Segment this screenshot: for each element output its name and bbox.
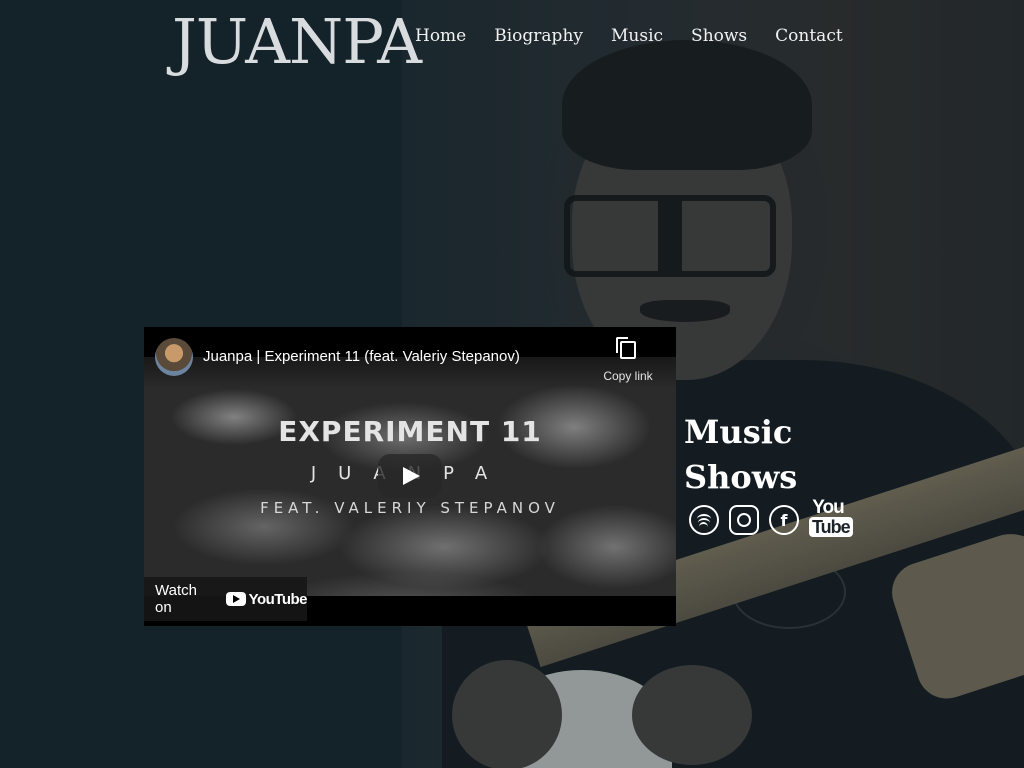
instagram-icon[interactable] xyxy=(729,505,759,535)
copy-link-button[interactable]: Copy link xyxy=(600,337,656,383)
copy-link-label: Copy link xyxy=(603,369,653,383)
site-logo[interactable]: JUANPA xyxy=(172,6,422,78)
thumbnail-headline: EXPERIMENT 11 xyxy=(278,415,542,448)
youtube-tube: Tube xyxy=(809,517,853,537)
nav-home[interactable]: Home xyxy=(408,24,473,48)
youtube-embed[interactable]: Juanpa | Experiment 11 (feat. Valeriy St… xyxy=(144,327,676,626)
instagram-lens xyxy=(737,513,751,527)
spotify-icon[interactable] xyxy=(689,505,719,535)
thumbnail-feature: FEAT. VALERIY STEPANOV xyxy=(260,499,560,517)
youtube-wordmark: YouTube xyxy=(248,590,308,608)
watch-on-youtube-button[interactable]: Watch on YouTube xyxy=(144,577,308,621)
side-link-music[interactable]: Music xyxy=(684,408,799,452)
side-link-shows-label: Shows xyxy=(684,458,798,496)
spotify-waves xyxy=(697,514,711,526)
youtube-logo: YouTube xyxy=(225,590,308,608)
youtube-play-icon xyxy=(225,592,246,606)
video-title[interactable]: Juanpa | Experiment 11 (feat. Valeriy St… xyxy=(203,348,520,365)
side-link-music-label: Music xyxy=(684,413,793,451)
youtube-icon[interactable]: You Tube xyxy=(809,497,853,542)
social-links: f You Tube xyxy=(689,497,853,542)
side-link-shows[interactable]: Shows xyxy=(684,453,799,497)
nav-shows[interactable]: Shows xyxy=(684,24,754,48)
play-button[interactable] xyxy=(378,454,442,498)
copy-icon xyxy=(616,337,636,359)
youtube-you: You xyxy=(812,497,844,518)
watch-on-label: Watch on xyxy=(155,582,197,616)
facebook-icon[interactable]: f xyxy=(769,505,799,535)
facebook-glyph: f xyxy=(780,510,788,530)
nav-contact[interactable]: Contact xyxy=(768,24,850,48)
nav-music[interactable]: Music xyxy=(604,24,670,48)
channel-avatar[interactable] xyxy=(155,338,193,376)
nav-biography[interactable]: Biography xyxy=(487,24,590,48)
main-nav: Home Biography Music Shows Contact xyxy=(408,24,864,48)
